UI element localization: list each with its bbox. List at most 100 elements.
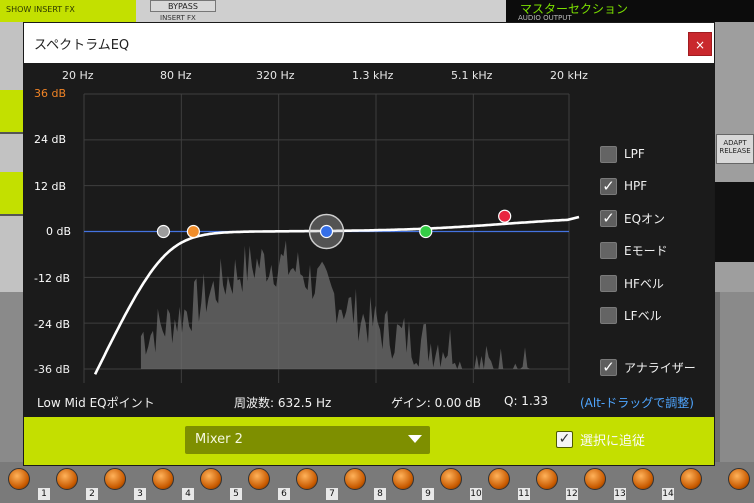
- channel-number: 3: [134, 488, 146, 500]
- freq-label-1-3khz: 1.3 kHz: [352, 69, 394, 82]
- adapt-release-button[interactable]: ADAPT RELEASE: [716, 134, 754, 164]
- mixer-dropdown[interactable]: Mixer 2: [185, 426, 430, 454]
- channel-number: 14: [662, 488, 674, 500]
- lf-bell-option[interactable]: LFベル: [600, 304, 662, 326]
- eq-point-low-mid[interactable]: [319, 224, 334, 239]
- bass-knob[interactable]: [152, 468, 174, 490]
- eq-on-option[interactable]: ✓ EQオン: [600, 207, 665, 229]
- eq-point-low[interactable]: [186, 224, 200, 239]
- hf-bell-checkbox[interactable]: [600, 274, 617, 292]
- analyzer-checkbox[interactable]: ✓: [600, 358, 617, 376]
- point-name: Low Mid EQポイント: [37, 396, 155, 410]
- lpf-option[interactable]: LPF: [600, 143, 645, 165]
- eq-on-checkbox[interactable]: ✓: [600, 209, 617, 227]
- channel-number: 6: [278, 488, 290, 500]
- bass-knob[interactable]: [344, 468, 366, 490]
- lf-bell-checkbox[interactable]: [600, 306, 617, 324]
- bass-knob[interactable]: [536, 468, 558, 490]
- channel-number: 4: [182, 488, 194, 500]
- q-readout: Q: 1.33: [504, 394, 549, 408]
- freq-label-20hz: 20 Hz: [62, 69, 94, 82]
- analyzer-option[interactable]: ✓ アナライザー: [600, 356, 696, 378]
- insert-fx-label: INSERT FX: [160, 14, 196, 22]
- freq-label-5-1khz: 5.1 kHz: [451, 69, 493, 82]
- db-label-minus12: -12 dB: [34, 272, 70, 285]
- bass-knob[interactable]: [8, 468, 30, 490]
- bass-knob[interactable]: [584, 468, 606, 490]
- rack-bypass-block[interactable]: [0, 172, 26, 216]
- bass-knob[interactable]: [248, 468, 270, 490]
- bass-knob[interactable]: [200, 468, 222, 490]
- eq-on-label: EQオン: [624, 211, 666, 226]
- bass-knob[interactable]: [632, 468, 654, 490]
- db-label-36: 36 dB: [34, 87, 67, 100]
- e-mode-checkbox[interactable]: [600, 241, 617, 259]
- dialog-titlebar[interactable]: スペクトラムEQ ×: [24, 23, 714, 63]
- dialog-footer: Mixer 2 ✓ 選択に追従: [24, 417, 714, 465]
- dialog-title: スペクトラムEQ: [34, 38, 130, 53]
- db-label-24: 24 dB: [34, 133, 67, 146]
- show-insert-fx-panel[interactable]: SHOW INSERT FX: [0, 0, 136, 22]
- channel-number: 1: [38, 488, 50, 500]
- channel-number: 10: [470, 488, 482, 500]
- bass-knob[interactable]: [104, 468, 126, 490]
- gain-readout: ゲイン: 0.00 dB: [391, 396, 482, 410]
- bass-knob[interactable]: [296, 468, 318, 490]
- db-label-minus36: -36 dB: [34, 363, 70, 376]
- frequency-readout: 周波数: 632.5 Hz: [234, 396, 332, 410]
- bass-knob[interactable]: [440, 468, 462, 490]
- bypass-button[interactable]: BYPASS: [150, 0, 216, 12]
- channel-number: 5: [230, 488, 242, 500]
- eq-point-high[interactable]: [498, 209, 512, 223]
- right-rack: ADAPT RELEASE: [670, 22, 754, 322]
- freq-label-320hz: 320 Hz: [256, 69, 295, 82]
- analyzer-spectrum: [140, 240, 534, 369]
- follow-selection-checkbox[interactable]: ✓: [556, 431, 573, 448]
- freq-label-80hz: 80 Hz: [160, 69, 192, 82]
- db-label-0: 0 dB: [46, 225, 72, 238]
- e-mode-option[interactable]: Eモード: [600, 239, 668, 261]
- mixer-dropdown-value: Mixer 2: [195, 432, 243, 447]
- show-insert-fx-label: SHOW INSERT FX: [6, 5, 75, 14]
- channel-number: 12: [566, 488, 578, 500]
- hpf-option[interactable]: ✓ HPF: [600, 175, 647, 197]
- rack-bypass-block[interactable]: [0, 90, 26, 134]
- eq-info-bar: Low Mid EQポイント 周波数: 632.5 Hz ゲイン: 0.00 d…: [24, 388, 714, 416]
- db-label-minus24: -24 dB: [34, 318, 70, 331]
- hpf-checkbox[interactable]: ✓: [600, 177, 617, 195]
- audio-output-label: AUDIO OUTPUT: [518, 14, 572, 22]
- eq-graph-panel[interactable]: 20 Hz 80 Hz 320 Hz 1.3 kHz 5.1 kHz 20 kH…: [24, 63, 714, 417]
- eq-points[interactable]: [156, 209, 512, 250]
- eq-point-high-mid[interactable]: [419, 224, 433, 239]
- alt-drag-hint: (Alt-ドラッグで調整): [580, 396, 694, 410]
- channel-number: 7: [326, 488, 338, 500]
- freq-label-20khz: 20 kHz: [550, 69, 588, 82]
- e-mode-label: Eモード: [624, 243, 668, 258]
- channel-number: 9: [422, 488, 434, 500]
- lf-bell-label: LFベル: [624, 308, 662, 323]
- bass-knob[interactable]: [680, 468, 702, 490]
- lpf-checkbox[interactable]: [600, 145, 617, 163]
- spectrum-eq-dialog: スペクトラムEQ × 20 Hz 80 Hz 320 Hz 1.3 kHz 5.…: [24, 23, 714, 465]
- channel-number: 2: [86, 488, 98, 500]
- analyzer-label: アナライザー: [624, 360, 696, 375]
- close-button[interactable]: ×: [688, 32, 712, 56]
- hf-bell-option[interactable]: HFベル: [600, 272, 664, 294]
- bass-knob[interactable]: [488, 468, 510, 490]
- db-label-12: 12 dB: [34, 180, 67, 193]
- channel-number: 11: [518, 488, 530, 500]
- daw-window: SHOW INSERT FX BYPASS INSERT FX マスターセクショ…: [0, 0, 754, 503]
- left-rack: [0, 22, 26, 292]
- follow-selection-option[interactable]: ✓ 選択に追従: [556, 430, 645, 449]
- hpf-label: HPF: [624, 179, 648, 193]
- follow-selection-label: 選択に追従: [580, 434, 646, 449]
- bass-knob[interactable]: [56, 468, 78, 490]
- channel-number: 13: [614, 488, 626, 500]
- bass-knob[interactable]: [392, 468, 414, 490]
- eq-point-hpf[interactable]: [156, 224, 171, 239]
- bass-knob[interactable]: [728, 468, 750, 490]
- lpf-label: LPF: [624, 147, 645, 161]
- master-section-header: マスターセクション AUDIO OUTPUT: [506, 0, 754, 22]
- channel-number: 8: [374, 488, 386, 500]
- hf-bell-label: HFベル: [624, 276, 664, 291]
